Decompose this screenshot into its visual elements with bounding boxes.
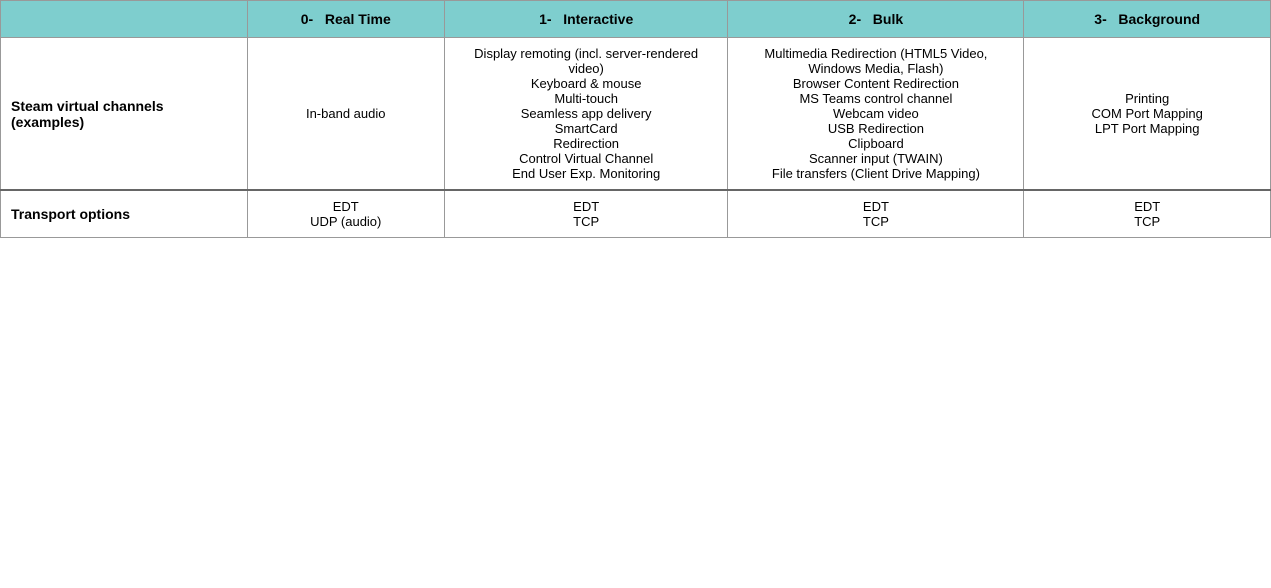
col2-num: 2- xyxy=(849,11,861,27)
col3-num: 3- xyxy=(1094,11,1106,27)
header-row: 0- Real Time 1- Interactive 2- Bulk 3- B… xyxy=(1,1,1271,38)
bulk-content: Multimedia Redirection (HTML5 Video, Win… xyxy=(728,38,1024,191)
transport-realtime: EDT UDP (audio) xyxy=(247,190,444,238)
transport-label: Transport options xyxy=(1,190,248,238)
transport-background: EDT TCP xyxy=(1024,190,1271,238)
main-table: 0- Real Time 1- Interactive 2- Bulk 3- B… xyxy=(0,0,1271,238)
col1-name: Interactive xyxy=(563,11,633,27)
header-bulk: 2- Bulk xyxy=(728,1,1024,38)
col3-name: Background xyxy=(1118,11,1200,27)
realtime-content: In-band audio xyxy=(247,38,444,191)
col1-num: 1- xyxy=(539,11,551,27)
transport-interactive: EDT TCP xyxy=(444,190,728,238)
header-realtime: 0- Real Time xyxy=(247,1,444,38)
header-background: 3- Background xyxy=(1024,1,1271,38)
transport-row: Transport options EDT UDP (audio) EDT TC… xyxy=(1,190,1271,238)
interactive-content: Display remoting (incl. server-rendered … xyxy=(444,38,728,191)
col0-name: Real Time xyxy=(325,11,391,27)
background-content: Printing COM Port Mapping LPT Port Mappi… xyxy=(1024,38,1271,191)
virtual-channels-row: Steam virtual channels (examples) In-ban… xyxy=(1,38,1271,191)
col2-name: Bulk xyxy=(873,11,903,27)
header-interactive: 1- Interactive xyxy=(444,1,728,38)
header-empty xyxy=(1,1,248,38)
virtual-channels-label: Steam virtual channels (examples) xyxy=(1,38,248,191)
col0-num: 0- xyxy=(301,11,313,27)
transport-bulk: EDT TCP xyxy=(728,190,1024,238)
